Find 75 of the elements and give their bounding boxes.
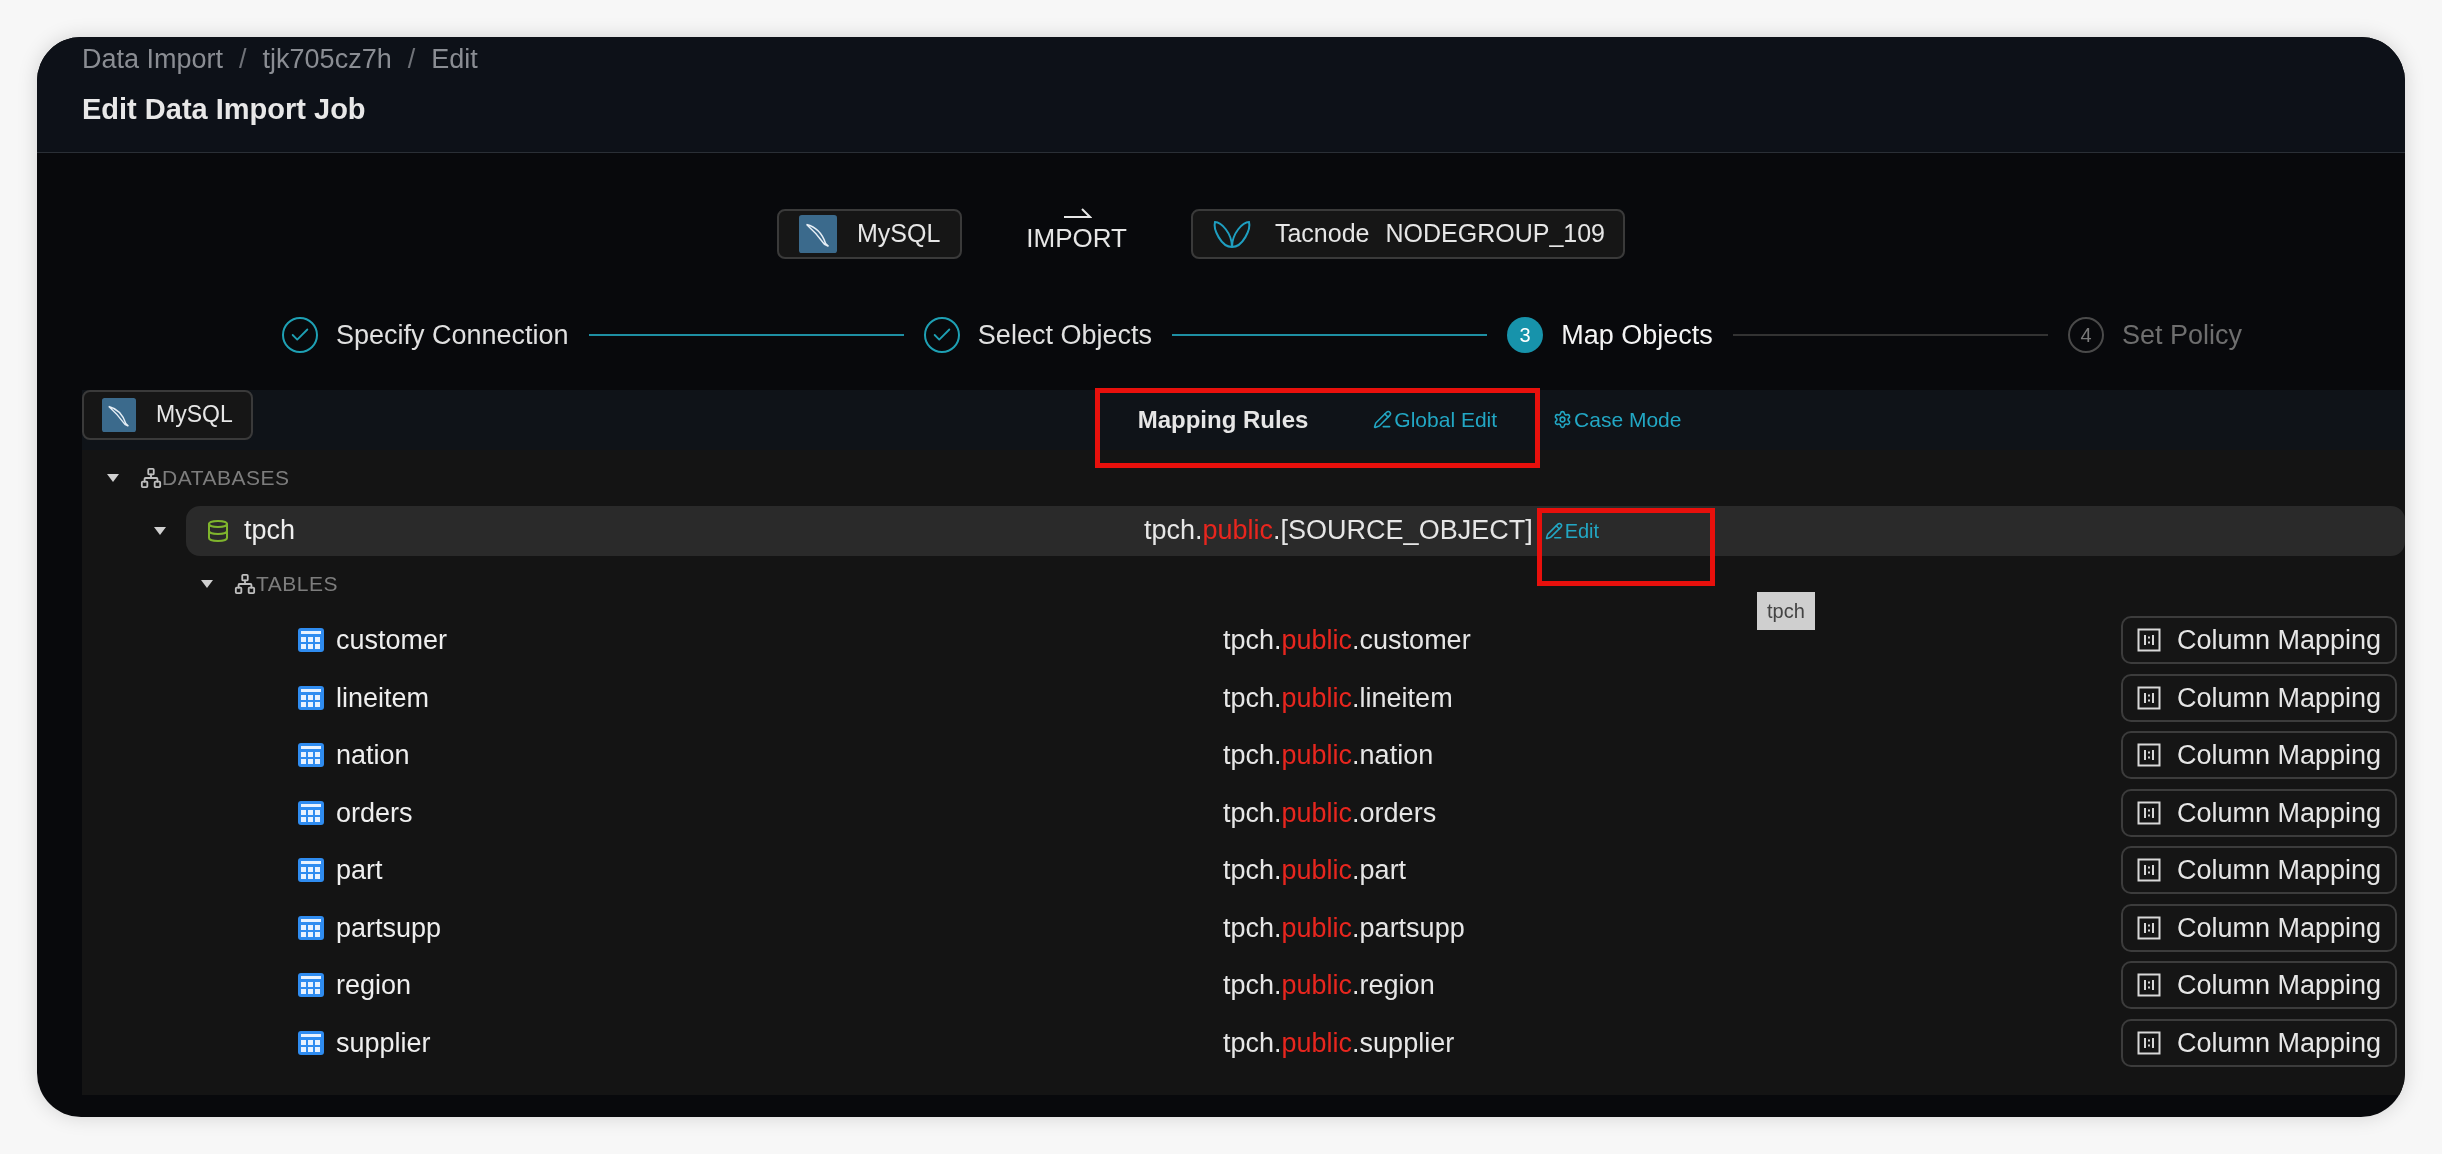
database-icon: [206, 518, 230, 543]
tooltip: tpch: [1757, 592, 1815, 630]
table-name: orders: [336, 796, 413, 830]
breadcrumb-link[interactable]: tjk705cz7h: [262, 39, 392, 80]
breadcrumb-separator: /: [406, 43, 417, 76]
target-name: Tacnode: [1274, 218, 1370, 250]
step-label[interactable]: Set Policy: [2121, 315, 2242, 356]
column-mapping-button[interactable]: Column Mapping: [2120, 616, 2397, 665]
table-icon: [298, 800, 324, 825]
mapping-icon: [2136, 915, 2161, 940]
column-mapping-button[interactable]: Column Mapping: [2120, 903, 2397, 952]
case-mode-link[interactable]: Case Mode: [1553, 403, 1682, 436]
pencil-icon: [1544, 521, 1563, 540]
page-title: Edit Data Import Job: [82, 91, 367, 127]
target-path: tpch.public.customer: [1223, 625, 1471, 655]
target-path: tpch.public.partsupp: [1223, 912, 1465, 943]
table-name: part: [336, 854, 383, 887]
mapping-icon: [2136, 685, 2161, 710]
mapping-icon: [2136, 973, 2161, 998]
global-edit-link[interactable]: Global Edit: [1373, 403, 1498, 436]
step-label[interactable]: Map Objects: [1561, 315, 1713, 356]
pencil-icon: [1373, 410, 1393, 429]
mapping-icon: [2136, 628, 2161, 653]
mapping-icon: [2136, 858, 2161, 883]
column-mapping-button[interactable]: Column Mapping: [2120, 961, 2397, 1010]
table-name: supplier: [336, 1026, 431, 1060]
target-path: tpch.public.orders: [1223, 797, 1437, 828]
column-mapping-button[interactable]: Column Mapping: [2120, 788, 2397, 837]
table-icon: [298, 628, 324, 653]
table-icon: [298, 858, 324, 883]
mapping-icon: [2136, 800, 2161, 825]
settings-icon: [1553, 410, 1573, 429]
table-name: lineitem: [336, 681, 430, 715]
column-mapping-button[interactable]: Column Mapping: [2120, 846, 2397, 895]
breadcrumb-link[interactable]: Edit: [431, 39, 478, 80]
dolphin-icon: [798, 215, 837, 253]
hierarchy-icon: [234, 572, 256, 595]
target-path: tpch.public.part: [1223, 855, 1407, 885]
hierarchy-icon: [140, 466, 162, 489]
column-mapping-button[interactable]: Column Mapping: [2120, 673, 2397, 722]
column-mapping-button[interactable]: Column Mapping: [2120, 731, 2397, 780]
source-name: MySQL: [156, 400, 233, 430]
target-path: tpch.public.nation: [1223, 740, 1434, 770]
target-path: tpch.public.supplier: [1223, 1027, 1455, 1058]
tree-group-label: TABLES: [256, 570, 339, 597]
target-path: tpch.public.[SOURCE_OBJECT]: [1144, 514, 1533, 548]
table-name: partsupp: [336, 911, 442, 945]
table-icon: [298, 915, 324, 940]
edit-link[interactable]: Edit: [1544, 515, 1600, 546]
table-name: region: [336, 969, 412, 1002]
node-group: NODEGROUP_109: [1385, 215, 1606, 253]
table-icon: [298, 685, 324, 710]
column-mapping-button[interactable]: Column Mapping: [2120, 1018, 2397, 1067]
mapping-icon: [2136, 1030, 2161, 1055]
table-name: nation: [336, 739, 410, 772]
tree-group-label: DATABASES: [162, 464, 290, 491]
step-label[interactable]: Select Objects: [977, 315, 1152, 356]
mapping-icon: [2136, 743, 2161, 768]
target-path: tpch.public.lineitem: [1223, 682, 1453, 713]
database-name: tpch: [244, 514, 296, 548]
table-name: customer: [336, 624, 448, 657]
step-label[interactable]: Specify Connection: [336, 315, 569, 356]
step-number: 4: [2067, 317, 2104, 354]
breadcrumb-link[interactable]: Data Import: [82, 39, 224, 80]
table-icon: [298, 1030, 324, 1055]
source-name: MySQL: [856, 218, 941, 250]
table-icon: [298, 743, 324, 768]
panel-title: Mapping Rules: [1137, 404, 1309, 435]
dolphin-icon: [102, 397, 136, 432]
database-row[interactable]: tpch tpch.public.[SOURCE_OBJECT] Edit: [186, 505, 2405, 556]
table-icon: [298, 973, 324, 998]
import-label: IMPORT: [1026, 221, 1127, 255]
target-path: tpch.public.region: [1223, 970, 1435, 1000]
step-number: 3: [1507, 317, 1544, 354]
breadcrumb-separator: /: [238, 43, 248, 76]
